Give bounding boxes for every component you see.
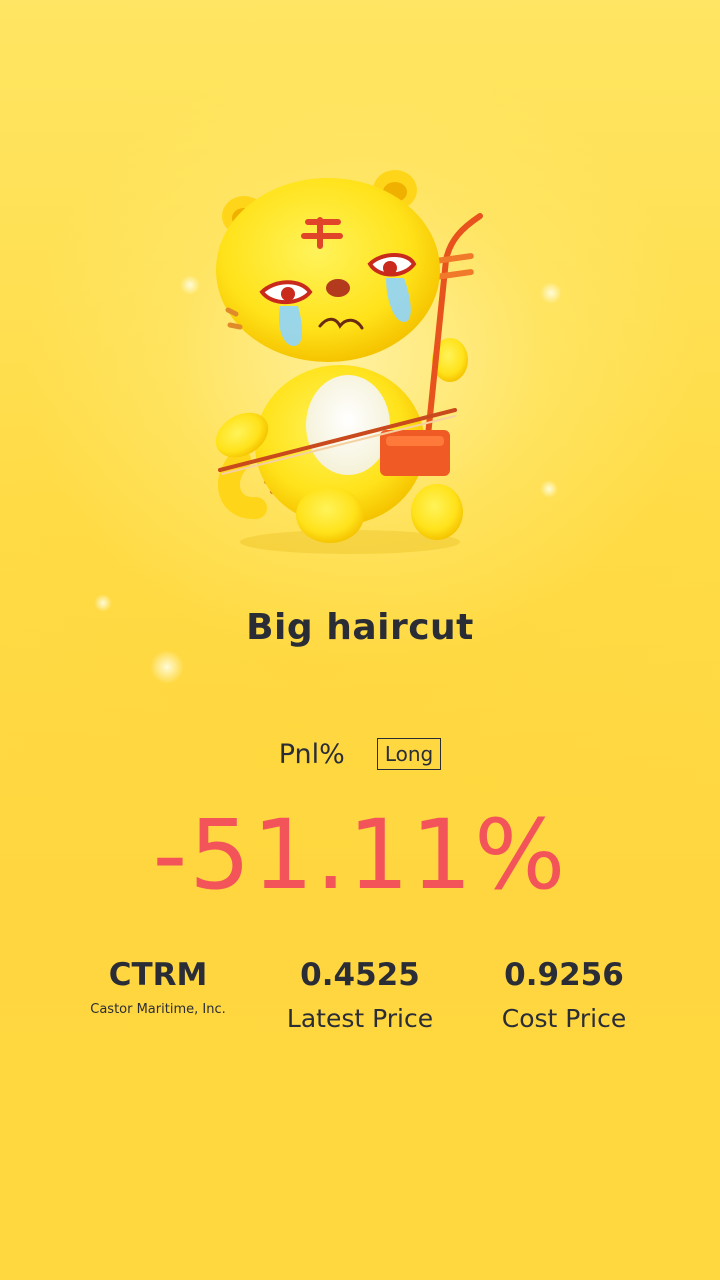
cost-price-label: Cost Price (501, 1004, 627, 1033)
cost-price-value: 0.9256 (504, 957, 624, 993)
crying-tiger-illustration (215, 170, 483, 554)
pnl-label: Pnl% (278, 738, 345, 770)
latest-price-label: Latest Price (286, 1004, 434, 1033)
stat-symbol: CTRM Castor Maritime, Inc. (48, 952, 268, 1017)
pnl-header: Pnl% Long (0, 738, 720, 770)
position-stats: CTRM Castor Maritime, Inc. 0.4525 Latest… (0, 952, 720, 1052)
position-direction-badge: Long (376, 738, 442, 770)
result-headline: Big haircut (246, 607, 474, 648)
stat-latest-price: 0.4525 Latest Price (250, 952, 470, 1033)
company-name: Castor Maritime, Inc. (90, 1002, 226, 1017)
latest-price-value: 0.4525 (300, 957, 420, 993)
pnl-percentage-value: -51.11% (152, 799, 568, 911)
stat-cost-price: 0.9256 Cost Price (454, 952, 674, 1033)
sparkle-decoration (150, 650, 184, 684)
sparkle-decoration (540, 480, 558, 498)
sparkle-decoration (180, 275, 200, 295)
sparkle-decoration (540, 282, 562, 304)
stock-symbol: CTRM (108, 957, 208, 993)
